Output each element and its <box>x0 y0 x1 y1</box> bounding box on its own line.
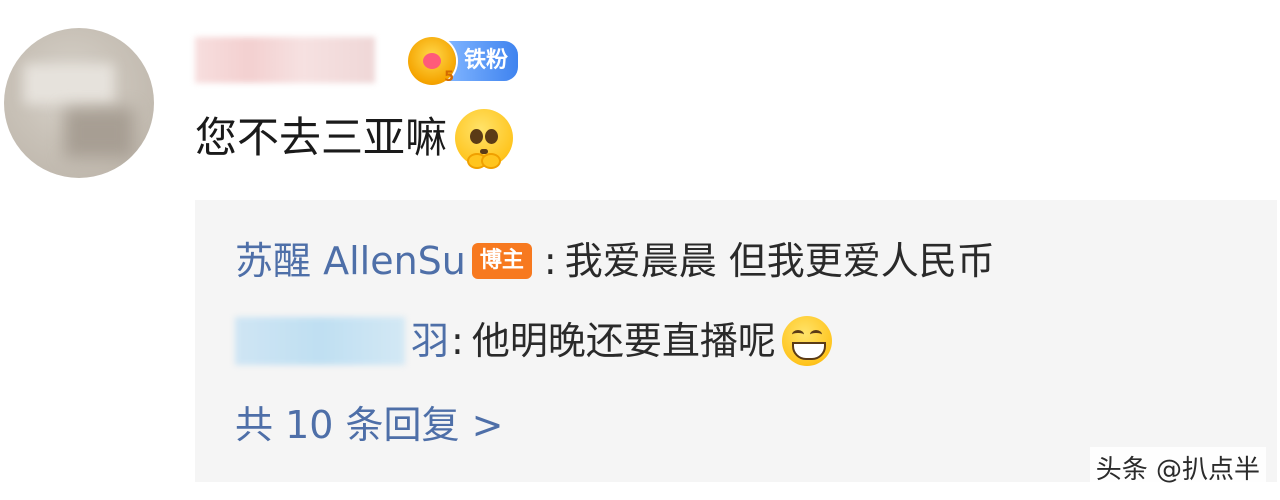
comment-body: 您不去三亚嘛 <box>195 108 514 169</box>
reply-item: 苏醒 AllenSu 博主 : 我爱晨晨 但我更爱人民币 <box>235 236 995 286</box>
replies-panel: 苏醒 AllenSu 博主 : 我爱晨晨 但我更爱人民币 羽 : 他明晚还要直播… <box>195 200 1277 482</box>
heart-icon <box>423 53 441 69</box>
watermark: 头条 @扒点半 <box>1089 447 1266 488</box>
avatar-blur <box>64 108 134 158</box>
reply-author-link[interactable]: 苏醒 AllenSu <box>235 236 466 286</box>
comment-text: 您不去三亚嘛 <box>195 113 448 162</box>
fan-badge-label: 铁粉 <box>448 41 519 81</box>
fan-level: 5 <box>444 69 454 85</box>
crown-icon: 5 <box>408 37 456 85</box>
host-badge: 博主 <box>471 243 532 279</box>
blurred-reply-author <box>235 317 405 365</box>
avatar-blur <box>24 64 114 104</box>
blurred-username <box>195 37 375 83</box>
reply-author-link[interactable]: 羽 <box>411 316 449 366</box>
reply-item: 羽 : 他明晚还要直播呢 <box>235 316 832 366</box>
reply-separator: : <box>543 239 557 283</box>
reply-separator: : <box>451 319 464 363</box>
pleading-face-icon <box>455 109 514 169</box>
reply-text: 我爱晨晨 但我更爱人民币 <box>564 239 995 283</box>
comment-avatar[interactable] <box>4 28 154 178</box>
fan-badge: 5 铁粉 <box>408 36 519 86</box>
grinning-face-icon <box>781 316 832 366</box>
view-more-replies-link[interactable]: 共 10 条回复 > <box>235 400 503 450</box>
reply-text: 他明晚还要直播呢 <box>471 319 776 363</box>
